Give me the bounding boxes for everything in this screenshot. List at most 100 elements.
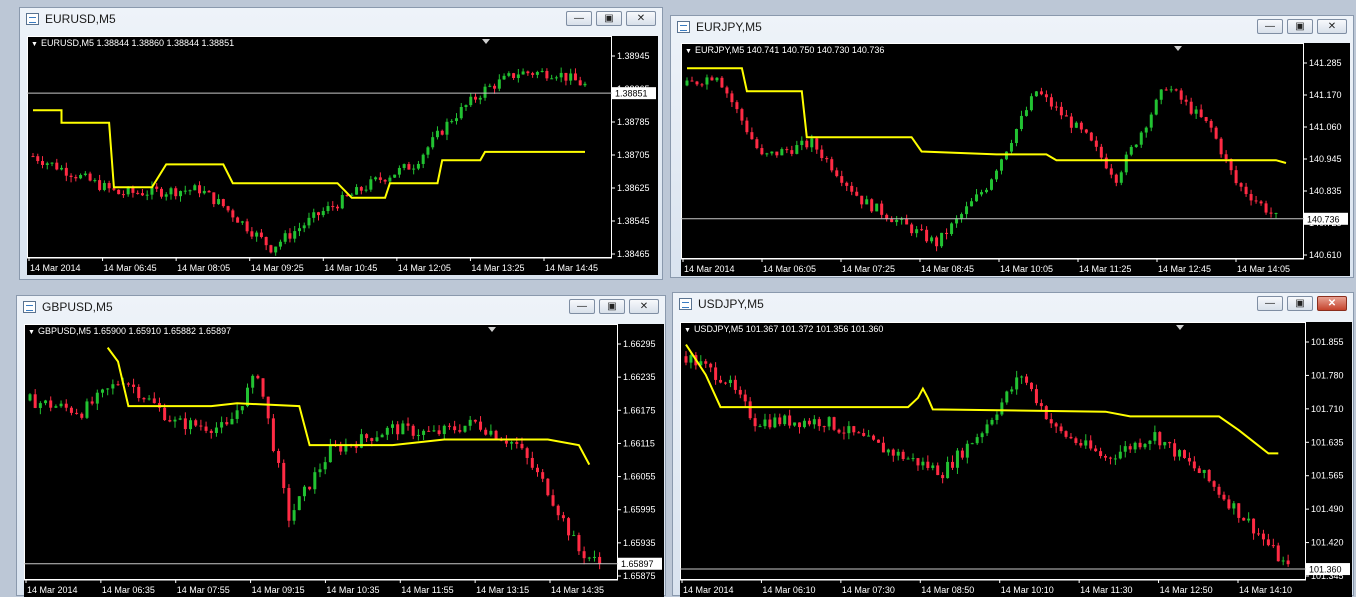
candle-body <box>93 180 97 182</box>
window-titlebar[interactable]: EURJPY,M5 — ▣ ✕ <box>671 16 1353 38</box>
candle-body <box>251 375 255 388</box>
close-button[interactable]: ✕ <box>629 299 659 314</box>
candle-body <box>1164 89 1168 91</box>
candle-body <box>1049 97 1053 107</box>
collapse-triangle-icon[interactable]: ▼ <box>31 41 38 48</box>
close-button[interactable]: ✕ <box>1317 296 1347 311</box>
candle-body <box>790 150 794 154</box>
candle-body <box>733 379 737 390</box>
candle-body <box>561 515 565 519</box>
chart-window-gbpusd[interactable]: GBPUSD,M5 — ▣ ✕ 1.66295 1.66235 1.66175 1.6… <box>16 295 666 597</box>
candle-body <box>1064 115 1068 117</box>
candle-body <box>1084 129 1088 133</box>
candle-body <box>212 192 216 205</box>
candle-body <box>1079 442 1083 446</box>
window-titlebar[interactable]: USDJPY,M5 — ▣ ✕ <box>673 293 1353 315</box>
candle-body <box>1254 200 1258 202</box>
candle-body <box>950 223 954 235</box>
candle-body <box>1148 440 1152 444</box>
candle-body <box>545 70 549 79</box>
price-axis-label: 1.38465 <box>617 249 650 259</box>
candle-body <box>1108 457 1112 459</box>
candle-body <box>1149 114 1153 128</box>
close-button[interactable]: ✕ <box>1317 19 1347 34</box>
price-chart[interactable]: 101.855 101.780 101.710 101.635 101.565 101.4… <box>680 322 1352 597</box>
price-axis-label: 1.66055 <box>623 472 656 482</box>
chart-canvas: 1.66295 1.66235 1.66175 1.66115 1.66055 1.659… <box>24 324 662 595</box>
candle-body <box>302 225 306 229</box>
maximize-button[interactable]: ▣ <box>1287 296 1313 311</box>
candle-body <box>459 106 463 119</box>
candle-body <box>1174 89 1178 91</box>
maximize-button[interactable]: ▣ <box>599 299 625 314</box>
minimize-button[interactable]: — <box>569 299 595 314</box>
maximize-button[interactable]: ▣ <box>1287 19 1313 34</box>
chart-shift-marker[interactable] <box>488 327 496 332</box>
time-axis-label: 14 Mar 07:25 <box>842 264 895 274</box>
candle-body <box>1214 127 1218 139</box>
candle-body <box>28 394 32 401</box>
maximize-button[interactable]: ▣ <box>596 11 622 26</box>
candle-body <box>1019 115 1023 130</box>
candle-body <box>1005 391 1009 403</box>
candle-body <box>559 72 563 78</box>
candle-body <box>521 71 525 75</box>
candle-body <box>946 461 950 479</box>
window-title: EURJPY,M5 <box>696 20 762 34</box>
price-chart[interactable]: 141.285 141.170 141.060 140.945 140.835 140.7… <box>681 43 1350 276</box>
candle-body <box>1199 109 1203 118</box>
price-chart[interactable]: 1.66295 1.66235 1.66175 1.66115 1.66055 1.659… <box>24 324 664 597</box>
candle-body <box>302 486 306 497</box>
candle-body <box>1266 539 1270 546</box>
candle-body <box>765 153 769 155</box>
candle-body <box>493 85 497 89</box>
chart-window-usdjpy[interactable]: USDJPY,M5 — ▣ ✕ 101.855 101.780 101.710 101… <box>672 292 1354 597</box>
candle-body <box>1252 518 1256 534</box>
candle-body <box>468 419 472 426</box>
close-button[interactable]: ✕ <box>626 11 656 26</box>
price-chart[interactable]: 1.389451.388651.387851.387051.386251.385… <box>27 36 658 275</box>
candle-body <box>995 414 999 420</box>
candle-body <box>743 394 747 402</box>
collapse-triangle-icon[interactable]: ▼ <box>684 327 691 334</box>
minimize-button[interactable]: — <box>566 11 592 26</box>
window-titlebar[interactable]: EURUSD,M5 — ▣ ✕ <box>20 8 662 30</box>
chart-shift-marker[interactable] <box>1174 46 1182 51</box>
candle-body <box>209 430 213 433</box>
candle-body <box>80 413 84 418</box>
candle-body <box>126 187 130 195</box>
candle-body <box>1261 533 1265 540</box>
minimize-button[interactable]: — <box>1257 296 1283 311</box>
candle-body <box>526 71 530 74</box>
candle-body <box>1247 518 1251 521</box>
chart-shift-marker[interactable] <box>482 39 490 44</box>
candle-body <box>397 167 401 175</box>
candle-body <box>896 451 900 456</box>
candle-body <box>709 363 713 368</box>
candle-body <box>79 174 83 179</box>
chart-window-eurusd[interactable]: EURUSD,M5 — ▣ ✕ 1.389451.388651.387851.3… <box>19 7 663 280</box>
chart-shift-marker[interactable] <box>1176 325 1184 330</box>
chart-canvas: 141.285 141.170 141.060 140.945 140.835 140.7… <box>681 43 1348 274</box>
candle-body <box>865 199 869 205</box>
candle-body <box>936 465 940 476</box>
candle-body <box>450 121 454 123</box>
price-axis-label: 1.38625 <box>617 183 650 193</box>
candle-body <box>112 188 116 190</box>
collapse-triangle-icon[interactable]: ▼ <box>28 329 35 336</box>
candle-body <box>695 81 699 85</box>
candle-body <box>183 418 187 430</box>
time-axis-label: 14 Mar 06:35 <box>102 585 155 595</box>
price-axis-label: 141.060 <box>1309 122 1342 132</box>
candle-body <box>240 221 244 223</box>
collapse-triangle-icon[interactable]: ▼ <box>685 48 692 55</box>
candle-body <box>445 121 449 135</box>
minimize-button[interactable]: — <box>1257 19 1283 34</box>
candle-body <box>50 162 54 164</box>
plot-frame <box>681 43 1304 259</box>
candle-body <box>965 206 969 215</box>
chart-window-eurjpy[interactable]: EURJPY,M5 — ▣ ✕ 141.285 141.170 141.060 140… <box>670 15 1354 278</box>
candle-body <box>540 70 544 72</box>
window-titlebar[interactable]: GBPUSD,M5 — ▣ ✕ <box>17 296 665 318</box>
candle-body <box>383 179 387 182</box>
